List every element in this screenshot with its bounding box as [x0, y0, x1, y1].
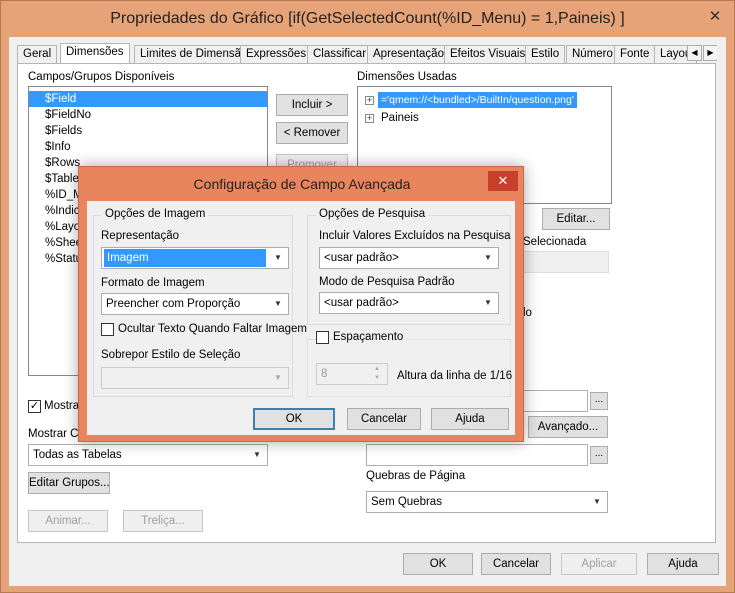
- chevron-down-icon: ▼: [593, 497, 601, 506]
- used-dimensions-label: Dimensões Usadas: [357, 71, 457, 83]
- default-search-mode-label: Modo de Pesquisa Padrão: [319, 276, 455, 288]
- representation-label: Representação: [101, 230, 179, 242]
- tab-presentation[interactable]: Apresentação: [367, 45, 450, 63]
- dialog-help-button[interactable]: Ajuda: [431, 408, 509, 430]
- hide-text-checkbox[interactable]: [101, 323, 114, 336]
- trellis-button[interactable]: Treliça...: [123, 510, 203, 532]
- include-excluded-select[interactable]: <usar padrão> ▼: [319, 247, 499, 269]
- tab-expressions[interactable]: Expressões: [240, 45, 313, 63]
- animate-button[interactable]: Animar...: [28, 510, 108, 532]
- override-selection-style-select[interactable]: ▼: [101, 367, 289, 389]
- tab-dimension-limits[interactable]: Limites de Dimensão: [134, 45, 254, 63]
- tab-scroll-left-icon[interactable]: ◀: [687, 45, 702, 61]
- chevron-down-icon: ▼: [274, 373, 282, 382]
- table-select-value: Todas as Tabelas: [33, 449, 122, 461]
- include-excluded-value: <usar padrão>: [324, 252, 399, 264]
- advanced-button[interactable]: Avançado...: [528, 416, 608, 438]
- expression-ellipsis-button-1[interactable]: ...: [590, 392, 608, 410]
- available-fields-label: Campos/Grupos Disponíveis: [28, 71, 175, 83]
- list-item[interactable]: $Fields: [29, 123, 267, 139]
- dialog-cancel-button[interactable]: Cancelar: [347, 408, 421, 430]
- help-button[interactable]: Ajuda: [647, 553, 719, 575]
- spacing-checkbox[interactable]: [316, 331, 329, 344]
- include-excluded-label: Incluir Valores Excluídos na Pesquisa: [319, 230, 511, 242]
- default-search-mode-select[interactable]: <usar padrão> ▼: [319, 292, 499, 314]
- tab-visual-effects[interactable]: Efeitos Visuais: [444, 45, 532, 63]
- dialog-close-icon[interactable]: ✕: [488, 171, 518, 191]
- list-item[interactable]: ='qmem://<bundled>/BuiltIn/question.png': [378, 92, 577, 108]
- edit-dimension-button[interactable]: Editar...: [542, 208, 610, 230]
- image-format-value: Preencher com Proporção: [106, 298, 241, 310]
- add-button[interactable]: Incluir >: [276, 94, 348, 116]
- expression-input-2[interactable]: [366, 444, 588, 466]
- apply-button[interactable]: Aplicar: [561, 553, 637, 575]
- advanced-field-settings-dialog: Configuração de Campo Avançada ✕ Opções …: [78, 166, 524, 442]
- chevron-down-icon: ▼: [274, 299, 282, 308]
- representation-value: Imagem: [104, 249, 266, 267]
- dialog-ok-button[interactable]: OK: [253, 408, 335, 430]
- list-item[interactable]: $Field: [29, 91, 267, 107]
- show-fields-from-label: Mostrar Ca: [28, 428, 85, 440]
- list-item[interactable]: Paineis: [378, 110, 422, 126]
- search-options-title: Opções de Pesquisa: [316, 208, 429, 220]
- default-search-mode-value: <usar padrão>: [324, 297, 399, 309]
- tab-strip: Geral Dimensões Limites de Dimensão Expr…: [17, 43, 717, 63]
- image-format-select[interactable]: Preencher com Proporção ▼: [101, 293, 289, 315]
- override-selection-style-label: Sobrepor Estilo de Seleção: [101, 349, 241, 361]
- window-title: Propriedades do Gráfico [if(GetSelectedC…: [110, 10, 625, 27]
- expand-icon[interactable]: +: [365, 114, 374, 123]
- hide-text-label: Ocultar Texto Quando Faltar Imagem: [118, 323, 307, 335]
- tab-style[interactable]: Estilo: [525, 45, 566, 63]
- tab-sort[interactable]: Classificar: [307, 45, 373, 63]
- spinner-arrows-icon[interactable]: ▲ ▼: [369, 365, 385, 383]
- field-label-input[interactable]: [523, 251, 609, 273]
- edit-groups-button[interactable]: Editar Grupos...: [28, 472, 110, 494]
- chevron-down-icon: ▼: [484, 298, 492, 307]
- spacing-label: Espaçamento: [333, 331, 407, 343]
- remove-button[interactable]: < Remover: [276, 122, 348, 144]
- representation-select[interactable]: Imagem ▼: [101, 247, 289, 269]
- dialog-client: Opções de Imagem Representação Imagem ▼ …: [87, 201, 515, 435]
- tab-dimensions[interactable]: Dimensões: [60, 43, 130, 63]
- list-item[interactable]: $FieldNo: [29, 107, 267, 123]
- chevron-down-icon: ▼: [274, 253, 282, 262]
- show-checkbox[interactable]: ✓: [28, 400, 41, 413]
- list-item[interactable]: $Info: [29, 139, 267, 155]
- line-height-spinner[interactable]: 8 ▲ ▼: [316, 363, 388, 385]
- line-height-value: 8: [321, 368, 328, 380]
- chevron-down-icon: ▼: [484, 253, 492, 262]
- table-select[interactable]: Todas as Tabelas ▼: [28, 444, 268, 466]
- image-options-title: Opções de Imagem: [102, 208, 209, 220]
- expression-ellipsis-button-2[interactable]: ...: [590, 446, 608, 464]
- tab-scroll-right-icon[interactable]: ▶: [703, 45, 717, 61]
- dialog-title: Configuração de Campo Avançada: [193, 176, 411, 192]
- window-close-icon[interactable]: ✕: [704, 7, 726, 27]
- page-breaks-value: Sem Quebras: [371, 496, 442, 508]
- ok-button[interactable]: OK: [403, 553, 473, 575]
- tab-general[interactable]: Geral: [17, 45, 58, 63]
- page-breaks-label: Quebras de Página: [366, 470, 466, 482]
- selected-label: Selecionada: [523, 236, 587, 248]
- tab-font[interactable]: Fonte: [614, 45, 656, 63]
- line-height-label: Altura da linha de 1/16: [397, 370, 513, 382]
- field-label-fragment: lo: [523, 307, 532, 319]
- expand-icon[interactable]: +: [365, 96, 374, 105]
- chevron-down-icon: ▼: [253, 450, 261, 459]
- image-format-label: Formato de Imagem: [101, 277, 205, 289]
- cancel-button[interactable]: Cancelar: [481, 553, 551, 575]
- page-breaks-select[interactable]: Sem Quebras ▼: [366, 491, 608, 513]
- tab-number[interactable]: Número: [566, 45, 619, 63]
